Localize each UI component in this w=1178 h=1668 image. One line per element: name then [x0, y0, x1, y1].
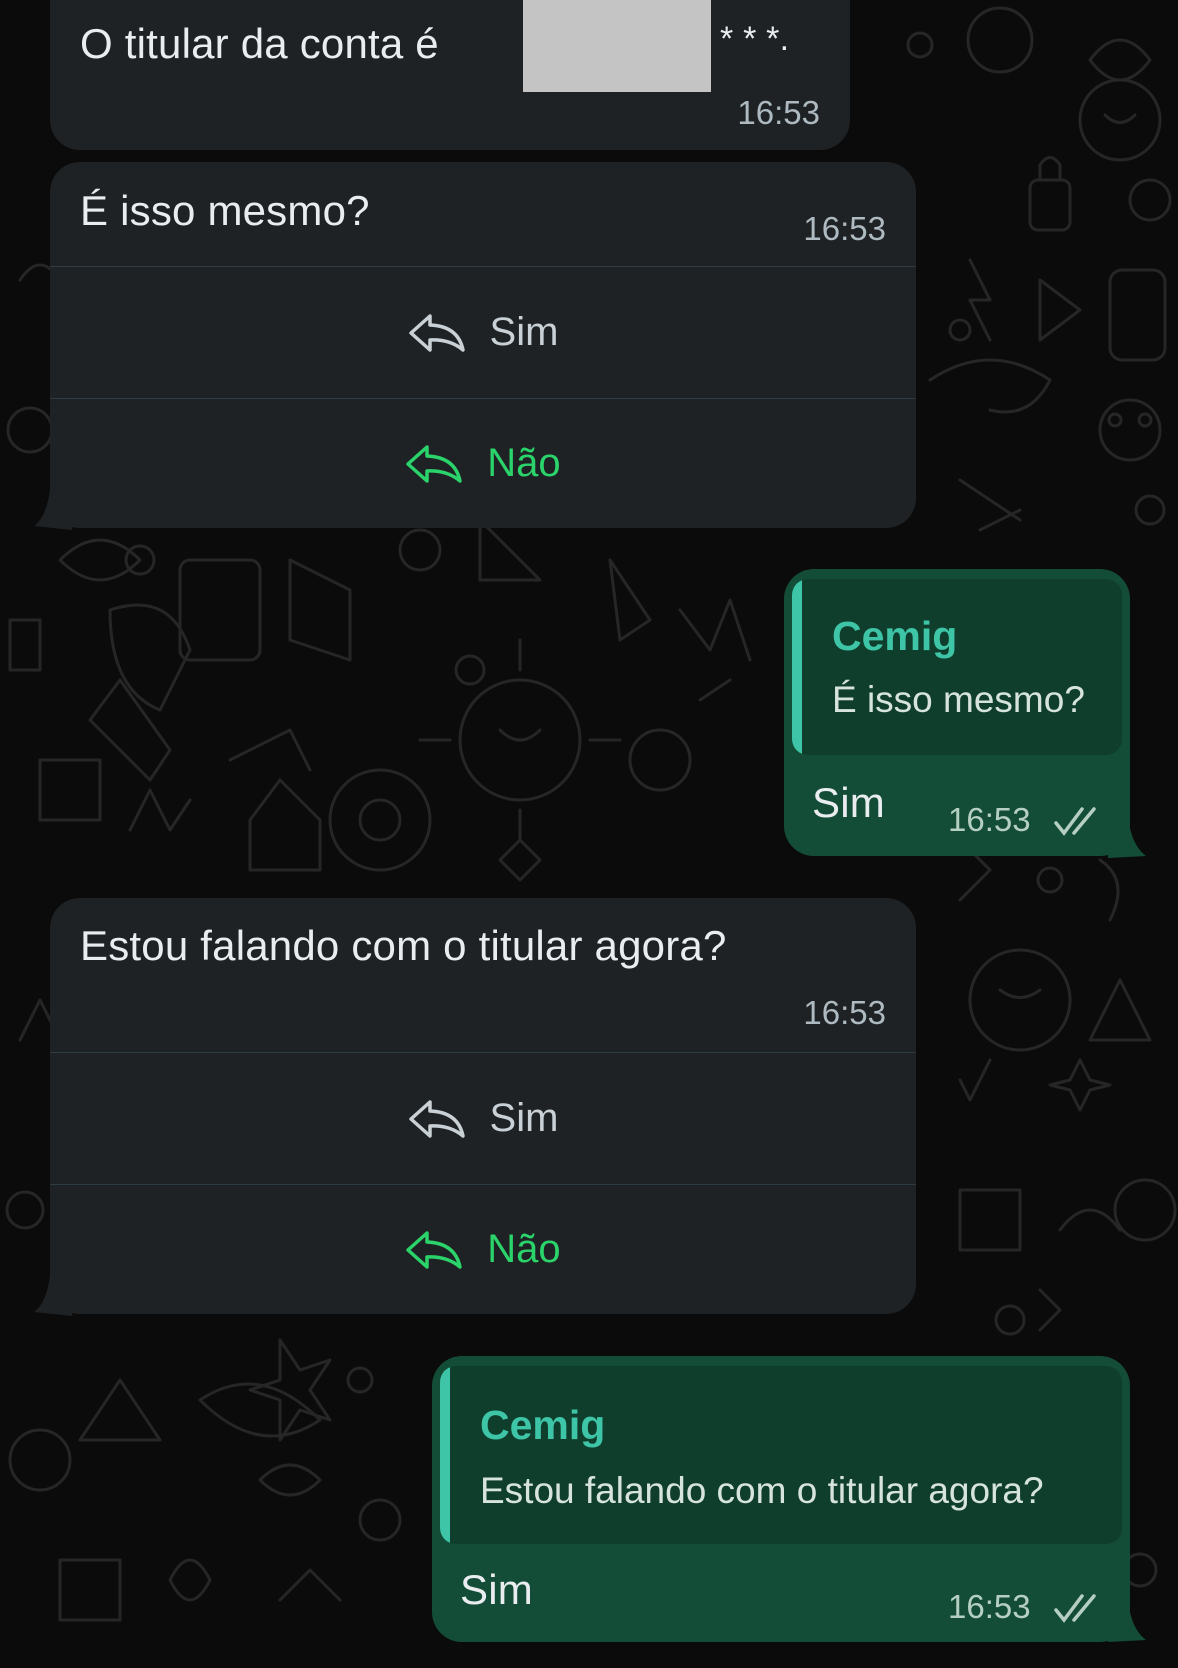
quote-author: Cemig	[480, 1402, 606, 1448]
quoted-message[interactable]: Cemig Estou falando com o titular agora?	[440, 1366, 1122, 1544]
quote-text: Estou falando com o titular agora?	[480, 1470, 1044, 1511]
reply-arrow-icon	[406, 444, 463, 483]
reply-button-label: Sim	[489, 310, 559, 354]
message-time: 16:53	[948, 801, 1031, 838]
message-time: 16:53	[948, 1588, 1031, 1625]
message-time: 16:53	[803, 994, 886, 1031]
incoming-message-account-holder[interactable]: O titular da conta é * * *. 16:53	[50, 0, 850, 150]
reply-button-nao[interactable]: Não	[50, 398, 916, 528]
reply-arrow-icon	[408, 313, 465, 352]
message-time: 16:53	[803, 210, 886, 247]
outgoing-message-sim-1[interactable]: Cemig É isso mesmo? Sim 16:53	[784, 569, 1130, 856]
reply-arrow-icon	[406, 1230, 463, 1269]
message-text: Sim	[812, 779, 885, 826]
message-text: Estou falando com o titular agora?	[80, 922, 727, 969]
incoming-message-confirm[interactable]: É isso mesmo? 16:53 Sim Não	[50, 162, 916, 528]
reply-button-label: Sim	[489, 1096, 559, 1140]
double-check-icon	[1054, 807, 1096, 836]
quote-text: É isso mesmo?	[832, 679, 1085, 720]
message-text: Sim	[460, 1566, 533, 1613]
incoming-message-holder-check[interactable]: Estou falando com o titular agora? 16:53…	[50, 898, 916, 1314]
message-text: É isso mesmo?	[80, 187, 370, 234]
reply-button-sim[interactable]: Sim	[50, 266, 916, 398]
reply-button-sim[interactable]: Sim	[50, 1052, 916, 1184]
reply-button-label: Não	[487, 441, 561, 485]
double-check-icon	[1054, 1594, 1096, 1623]
redacted-name-block	[523, 0, 711, 92]
message-text: O titular da conta é	[80, 20, 439, 67]
quote-accent-bar	[440, 1366, 450, 1544]
message-time: 16:53	[737, 94, 820, 131]
reply-arrow-icon	[408, 1099, 465, 1138]
quote-accent-bar	[792, 579, 802, 755]
reply-button-label: Não	[487, 1227, 561, 1271]
outgoing-message-sim-2[interactable]: Cemig Estou falando com o titular agora?…	[432, 1356, 1130, 1642]
quote-author: Cemig	[832, 613, 958, 659]
message-text-suffix: * * *.	[720, 20, 790, 58]
quoted-message[interactable]: Cemig É isso mesmo?	[792, 579, 1122, 755]
reply-button-nao[interactable]: Não	[50, 1184, 916, 1314]
